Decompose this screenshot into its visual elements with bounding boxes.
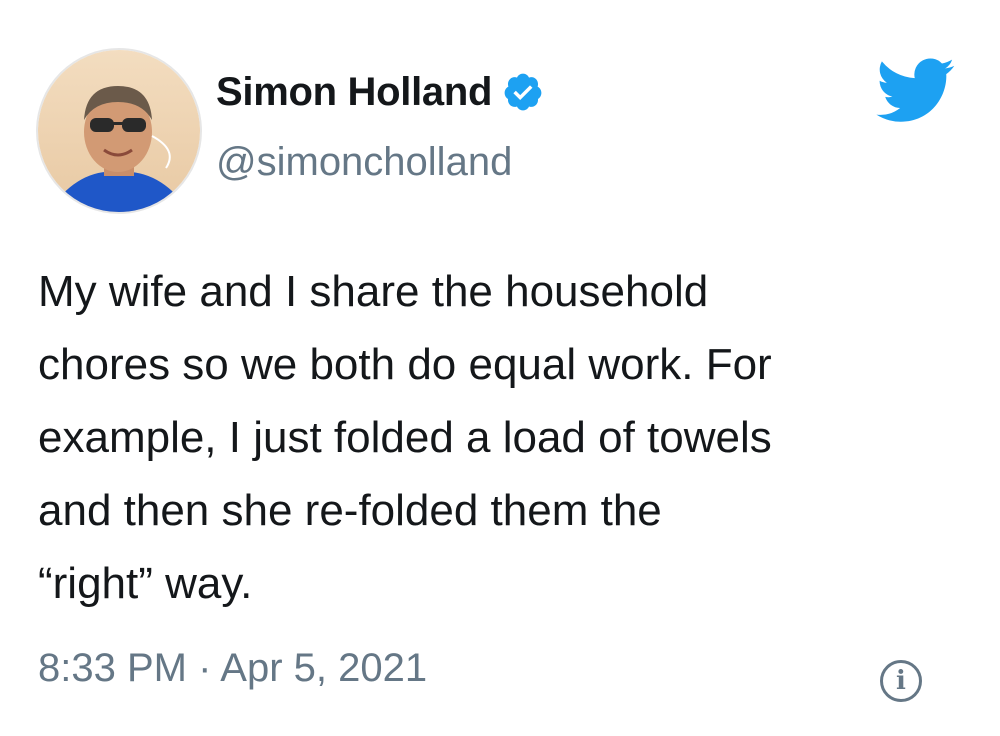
tweet-card: Simon Holland @simoncholland My wife and… [0, 0, 1000, 736]
author-display-name[interactable]: Simon Holland [216, 70, 492, 115]
tweet-timestamp[interactable]: 8:33 PM · Apr 5, 2021 [38, 646, 427, 691]
author-handle[interactable]: @simoncholland [216, 140, 512, 185]
twitter-bird-icon[interactable] [876, 58, 956, 129]
tweet-text: My wife and I share the household chores… [38, 267, 772, 608]
info-icon-glyph: i [896, 666, 906, 696]
verified-badge-icon [502, 71, 544, 113]
avatar[interactable] [36, 48, 202, 214]
author-name-row: Simon Holland [216, 64, 544, 120]
avatar-photo [38, 50, 200, 212]
info-icon[interactable]: i [880, 660, 922, 702]
